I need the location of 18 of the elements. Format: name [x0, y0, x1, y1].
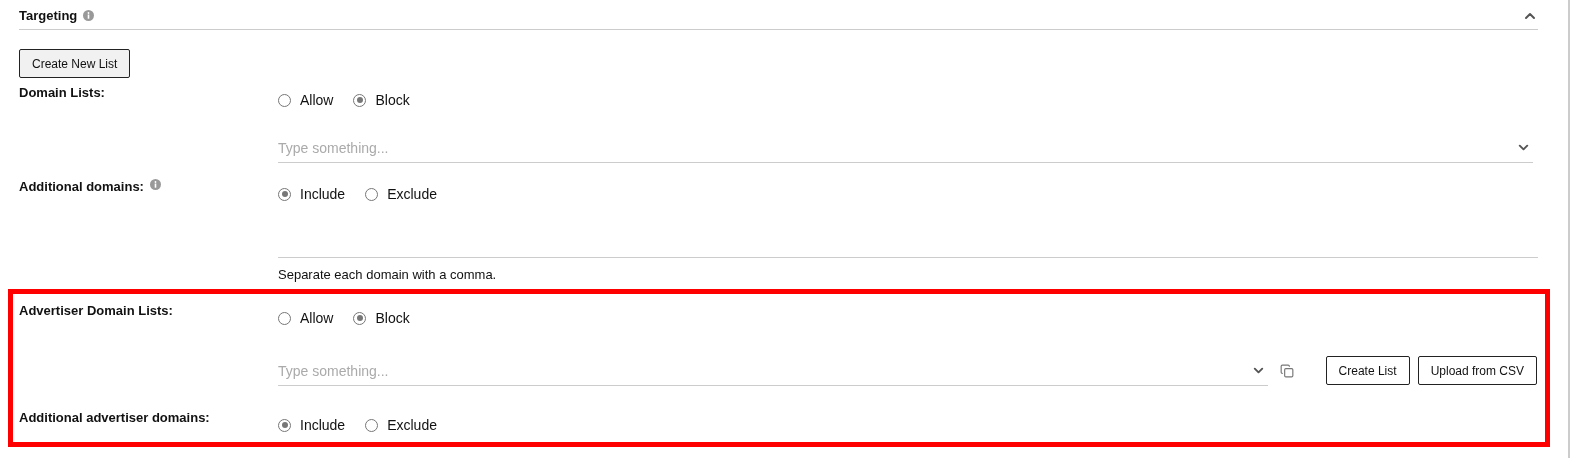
radio-option[interactable]: Include: [278, 186, 346, 202]
helper-text: Separate each domain with a comma.: [278, 267, 498, 282]
radio-option[interactable]: Include: [278, 417, 346, 433]
field-label: Additional advertiser domains:: [19, 409, 211, 425]
radio-option[interactable]: Block: [353, 310, 410, 326]
radio-option[interactable]: Exclude: [365, 186, 437, 202]
radio-option[interactable]: Allow: [278, 310, 334, 326]
field-label: Advertiser Domain Lists:: [19, 302, 174, 318]
field-label: Domain Lists:: [19, 84, 106, 100]
section-title: Targeting: [19, 8, 95, 23]
copy-icon[interactable]: [1279, 364, 1294, 378]
field-label: Additional domains:: [19, 177, 278, 194]
radio-option[interactable]: Exclude: [365, 417, 437, 433]
list-button[interactable]: Create List: [1325, 356, 1410, 385]
radio-option[interactable]: Allow: [278, 92, 334, 108]
create-list-button[interactable]: Create New List: [19, 49, 131, 78]
radio-option[interactable]: Block: [353, 92, 410, 108]
list-button[interactable]: Upload from CSV: [1417, 356, 1537, 385]
